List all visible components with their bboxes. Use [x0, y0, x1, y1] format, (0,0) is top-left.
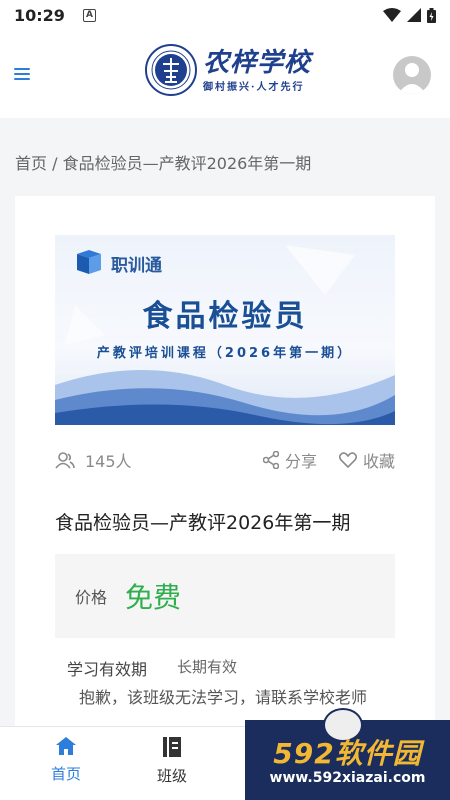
nav-home[interactable]: 首页 [36, 737, 96, 784]
wifi-icon [383, 8, 401, 22]
course-card: 职训通 食品检验员 产教评培训课程（2026年第一期） 145人 分享 收藏 食… [15, 196, 435, 736]
nav-class[interactable]: 班级 [142, 737, 202, 786]
share-icon [262, 451, 279, 469]
user-avatar[interactable] [393, 56, 431, 94]
enrolled-count-text: 145人 [85, 452, 132, 471]
enrolled-count: 145人 [55, 448, 132, 472]
people-icon [55, 452, 75, 469]
validity-value: 长期有效 [177, 658, 238, 676]
course-banner: 职训通 食品检验员 产教评培训课程（2026年第一期） [55, 235, 395, 425]
nav-home-label: 首页 [50, 765, 81, 783]
status-bar: 10:29 A [0, 0, 450, 30]
nav-class-label: 班级 [156, 767, 187, 785]
breadcrumb: 首页 / 食品检验员—产教评2026年第一期 [15, 150, 311, 174]
heart-icon [338, 452, 357, 468]
status-time: 10:29 [14, 5, 65, 25]
validity-label: 学习有效期 [67, 660, 148, 679]
watermark-title: 592软件园 [273, 737, 422, 770]
banner-title: 食品检验员 [142, 299, 308, 334]
favorite-label: 收藏 [362, 452, 395, 471]
price-label: 价格 [75, 588, 108, 607]
home-icon [56, 737, 76, 755]
favorite-button[interactable]: 收藏 [338, 448, 395, 472]
validity-row: 学习有效期 长期有效 [67, 656, 237, 680]
class-book-icon [163, 737, 181, 757]
school-logo[interactable]: 农梓学校 御村振兴·人才先行 [145, 44, 311, 96]
brand-logo-icon [77, 250, 101, 274]
watermark-overlay: 592软件园 www.592xiazai.com [245, 708, 450, 800]
share-label: 分享 [284, 452, 317, 471]
banner-subtitle: 产教评培训课程（2026年第一期） [96, 346, 354, 361]
course-meta-row: 145人 分享 收藏 [55, 448, 395, 472]
status-indicators [383, 7, 436, 23]
price-box: 价格 免费 [55, 554, 395, 638]
course-title: 食品检验员—产教评2026年第一期 [55, 512, 351, 534]
banner-brand: 职训通 [111, 256, 162, 276]
hamburger-menu-icon[interactable] [14, 68, 30, 80]
cellular-signal-icon [407, 8, 421, 22]
logo-title: 农梓学校 [203, 47, 312, 78]
breadcrumb-separator: / [47, 154, 63, 173]
notification-a-icon: A [82, 8, 96, 22]
app-header: 农梓学校 御村振兴·人才先行 [0, 30, 450, 118]
breadcrumb-current: 食品检验员—产教评2026年第一期 [62, 154, 312, 173]
share-button[interactable]: 分享 [262, 448, 317, 472]
logo-subtitle: 御村振兴·人才先行 [203, 81, 305, 93]
battery-icon [427, 7, 436, 23]
watermark-url: www.592xiazai.com [269, 770, 426, 786]
price-value: 免费 [125, 581, 182, 614]
breadcrumb-home-link[interactable]: 首页 [15, 154, 47, 173]
school-seal-icon [145, 44, 197, 96]
unavailable-notice: 抱歉，该班级无法学习，请联系学校老师 [79, 688, 368, 707]
default-avatar-icon [398, 63, 426, 94]
